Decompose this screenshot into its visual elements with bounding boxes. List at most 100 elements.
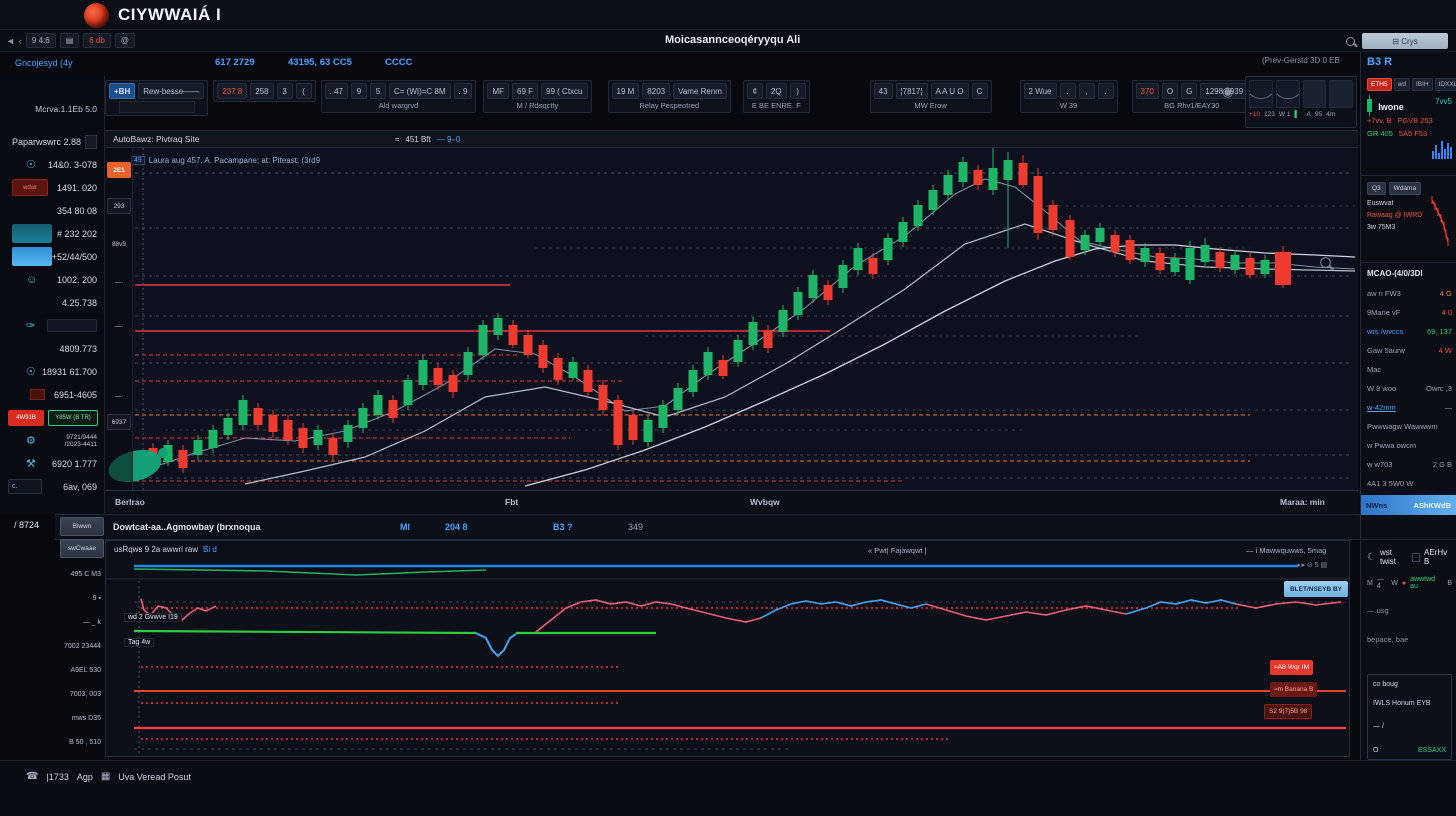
grid-icon[interactable]: ▦ (101, 771, 110, 782)
chart-thumbnail[interactable] (1329, 80, 1353, 108)
toolbar-button[interactable]: 237 8 (217, 83, 247, 99)
zoom-icon[interactable] (1320, 257, 1331, 268)
indicator-panel[interactable]: usRqws 9 2a awwri raw Bi d « Pwt| Fajawq… (105, 540, 1350, 757)
toolbar-button[interactable]: 19 M (612, 83, 640, 99)
sell-button[interactable]: 4W91B (8, 410, 44, 426)
preview-thumbnail[interactable] (12, 224, 52, 243)
target-icon[interactable]: ◉ (1222, 84, 1233, 100)
toolbar-button[interactable]: . 9 (454, 83, 473, 99)
toolbar-button[interactable]: 9 (351, 83, 367, 99)
mini-tab-2[interactable]: Wdama (1389, 182, 1421, 195)
chart-thumbnail[interactable] (1276, 80, 1300, 108)
selected-row[interactable]: NWns AShKWdB (1361, 495, 1456, 515)
code-box[interactable]: c. (8, 479, 42, 494)
chart-thumbnail[interactable] (1249, 80, 1273, 108)
sidebar-item[interactable]: ⚙9721/9444/2023-4411 (0, 430, 104, 451)
market-depth-row[interactable]: aw n FW34 G (1367, 284, 1452, 303)
sidebar-item[interactable]: ☺1002. 200 (0, 269, 104, 290)
toolbar-button[interactable]: 43 (874, 83, 893, 99)
menu-button[interactable]: 6 db (83, 33, 111, 48)
toolbar-button[interactable]: Vame Renm (673, 83, 727, 99)
sidebar-item[interactable]: 4W91BY85W (B TR) (0, 407, 104, 428)
market-depth-row[interactable]: w-42mm— (1367, 398, 1452, 417)
toolbar-button[interactable]: 8203 (642, 83, 670, 99)
order-box-confirm[interactable]: ESSAXX (1418, 747, 1446, 754)
toolbar-button[interactable]: 258 (250, 83, 273, 99)
chart-canvas[interactable] (105, 148, 1358, 490)
orders-toolbar-icon[interactable]: W (1391, 580, 1398, 587)
orders-toolbar-icon[interactable]: —4 (1377, 576, 1387, 590)
toolbar-button[interactable]: G (1181, 83, 1197, 99)
search-icon[interactable] (1346, 37, 1355, 46)
main-candlestick-chart[interactable]: 49 Laura aug 457. A. Pacampane; at: Pite… (105, 148, 1358, 490)
market-depth-row[interactable]: Gaw 5aurw4 W (1367, 341, 1452, 360)
chart-thumbnail[interactable] (1303, 80, 1327, 108)
toolbar-button[interactable]: . 47 (325, 83, 348, 99)
sidebar-item[interactable]: 4.25.738 (0, 292, 104, 313)
market-depth-row[interactable]: W 8 wooOwrc ,3 (1367, 379, 1452, 398)
menu-button[interactable]: ▤ (60, 33, 80, 48)
bid-label[interactable]: Bi d (203, 545, 217, 554)
price-link-2[interactable]: 43195, 63 CC5 (288, 57, 352, 68)
sidebar-item[interactable]: 354 80 08 (0, 200, 104, 221)
chart-header-indicator[interactable]: — 9–0 (437, 135, 461, 144)
toolbar-button[interactable]: C= (WI)=C 8M (389, 83, 451, 99)
preview-thumbnail[interactable] (12, 247, 52, 266)
menu-button[interactable]: @ (115, 33, 135, 48)
market-depth-row[interactable]: w Pwwa owcm (1367, 436, 1452, 455)
toolbar-button[interactable]: ¢ (747, 83, 763, 99)
indicator-value-1[interactable]: Ml (400, 522, 410, 532)
mini-tab-1[interactable]: Q3 (1367, 182, 1386, 195)
market-depth-row[interactable]: wrs /wvccs69, 137 (1367, 322, 1452, 341)
sidebar-item[interactable]: ✑ (0, 315, 104, 336)
watchlist-tab[interactable]: wd (1394, 78, 1410, 91)
back-icon[interactable]: ◄ (6, 36, 15, 46)
toolbar-button[interactable]: , (1079, 83, 1095, 99)
toolbar-button[interactable]: . (1060, 83, 1076, 99)
price-link-3[interactable]: CCCC (385, 57, 412, 68)
forward-icon[interactable]: ‹ (19, 36, 22, 46)
toolbar-button[interactable]: 69 F (512, 83, 538, 99)
sidebar-item[interactable]: c.6av, 069 (0, 476, 104, 497)
toolbar-button[interactable]: ) (790, 83, 806, 99)
toolbar-input[interactable] (119, 101, 195, 113)
mode-button[interactable]: ⊟ Crys (1362, 33, 1448, 49)
watchlist-tab[interactable]: IBIH (1412, 78, 1433, 91)
sidebar-item[interactable]: 6951-4605 (0, 384, 104, 405)
market-depth-row[interactable]: 4A1 3 5W0 W (1367, 474, 1452, 493)
orders-toolbar-icon[interactable]: B (1447, 580, 1452, 587)
sidebar-item[interactable]: ⚒6920 1.777 (0, 453, 104, 474)
buy-button[interactable]: Y85W (B TR) (48, 410, 98, 426)
sidebar-item[interactable]: # 232 202 (0, 223, 104, 244)
pane-button-1[interactable]: Biwwn (60, 517, 104, 536)
orders-toolbar-icon[interactable]: M (1367, 580, 1373, 587)
market-depth-row[interactable]: 9Mane vF4 0 (1367, 303, 1452, 322)
toolbar-button[interactable]: 2Q (766, 83, 787, 99)
toolbar-button[interactable]: 99 ( Ctxcu (541, 83, 587, 99)
pane-button-2[interactable]: swCwaae (60, 539, 104, 558)
toolbar-button[interactable]: Rew-besse—— (138, 83, 204, 99)
orders-toolbar-icon[interactable]: ● (1402, 580, 1406, 587)
sidebar-item[interactable]: ☉18931 61.700 (0, 361, 104, 382)
stepper-box[interactable] (85, 135, 97, 149)
toolbar-button[interactable]: . (1098, 83, 1114, 99)
market-depth-row[interactable]: w w7032 G B (1367, 455, 1452, 474)
sidebar-item[interactable]: Mcrva.1.1Eb 5:0 (0, 98, 104, 119)
toolbar-button[interactable]: 370 (1136, 83, 1159, 99)
indicator-value-3[interactable]: B3 ? (553, 522, 573, 532)
indicator-value-2[interactable]: 204 8 (445, 522, 468, 532)
orders-toolbar-icon[interactable]: awwtwd au (1410, 576, 1443, 590)
sidebar-item[interactable]: wdwr1491. 020 (0, 177, 104, 198)
toolbar-button[interactable]: A A U O (931, 83, 969, 99)
toolbar-button[interactable]: MF (487, 83, 509, 99)
account-link[interactable]: Gncojesyd (4y (15, 58, 73, 68)
toolbar-button[interactable]: 2 Wue (1024, 83, 1057, 99)
order-ticket-box[interactable]: co boug IWLS Honum EYB — / O ESSAXX (1367, 674, 1452, 760)
sidebar-item[interactable]: ☉14&0. 3-078 (0, 154, 104, 175)
menu-button[interactable]: 9 4:6 (26, 33, 56, 48)
market-depth-row[interactable]: Mac (1367, 360, 1452, 379)
toolbar-button[interactable]: ( (296, 83, 312, 99)
sidebar-item[interactable]: 4+52/44/500 (0, 246, 104, 267)
quote-block[interactable]: Iwone 7vv5 +7vv, B FGVB 253 GR 405 5A5 F… (1367, 97, 1452, 169)
watchlist-tab[interactable]: ETH5 (1367, 78, 1392, 91)
